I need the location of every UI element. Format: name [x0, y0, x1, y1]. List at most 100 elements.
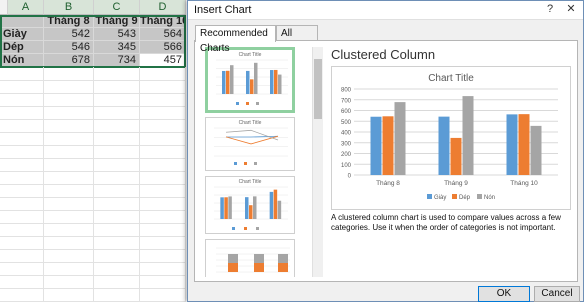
grid-line: [0, 288, 186, 289]
header-cell[interactable]: Tháng 10: [140, 15, 186, 28]
bar-segment: [278, 254, 288, 263]
y-tick-label: 300: [341, 141, 352, 147]
bar-dép: [382, 116, 394, 175]
row-label-cell[interactable]: Nón: [0, 54, 44, 67]
bar-segment: [228, 254, 238, 263]
bar: [253, 196, 257, 219]
legend-swatch: [246, 102, 249, 105]
bar-giày: [270, 70, 274, 94]
dialog-titlebar[interactable]: Insert Chart ? ✕: [188, 1, 583, 20]
bar-dép: [226, 70, 230, 94]
legend-label: Nón: [484, 195, 495, 201]
thumbnail-stacked-column[interactable]: [205, 239, 295, 277]
legend-swatch: [452, 194, 457, 199]
grid-line: [0, 132, 186, 133]
grid-line: [0, 223, 186, 224]
tab-all-charts[interactable]: All Charts: [276, 25, 318, 54]
grid-line: [0, 197, 186, 198]
bar-nón: [230, 65, 234, 94]
thumbnail-clustered-column-by-series[interactable]: Chart Title: [205, 176, 295, 234]
data-cell[interactable]: 543: [94, 28, 140, 41]
bar-giày: [506, 114, 518, 175]
legend-swatch: [236, 102, 239, 105]
thumbnail-chart: [214, 127, 288, 165]
bar-dép: [518, 114, 530, 175]
grid-line: [0, 184, 186, 185]
legend-swatch: [477, 194, 482, 199]
help-button[interactable]: ?: [541, 2, 559, 17]
bar: [220, 197, 224, 219]
close-icon[interactable]: ✕: [562, 2, 580, 17]
bar-giày: [222, 70, 226, 94]
grid-line: [0, 236, 186, 237]
legend-swatch: [232, 227, 235, 230]
data-cell[interactable]: 546: [44, 41, 94, 54]
bar-segment: [228, 263, 238, 272]
thumbnail-chart: [216, 247, 290, 273]
row-label-cell[interactable]: Dép: [0, 41, 44, 54]
y-tick-label: 700: [341, 98, 352, 104]
cancel-button[interactable]: Cancel: [534, 286, 580, 302]
header-cell[interactable]: Tháng 9: [94, 15, 140, 28]
bar-segment: [278, 263, 288, 272]
data-cell[interactable]: 564: [140, 28, 186, 41]
bar-nón: [530, 125, 542, 175]
legend-label: Dép: [459, 195, 471, 201]
bar-nón: [394, 102, 406, 175]
column-header-a[interactable]: A: [8, 0, 44, 15]
bar-nón: [462, 96, 474, 175]
bar-giày: [370, 116, 382, 175]
grid-line: [0, 93, 186, 94]
header-cell[interactable]: Tháng 8: [44, 15, 94, 28]
tab-recommended-charts[interactable]: Recommended Charts: [195, 25, 276, 54]
bar: [228, 196, 232, 219]
data-cell[interactable]: 566: [140, 41, 186, 54]
bar-segment: [254, 263, 264, 272]
bar-giày: [246, 70, 250, 94]
thumbnail-scrollbar[interactable]: [312, 47, 323, 277]
preview-chart-name: Clustered Column: [331, 47, 436, 62]
legend-swatch: [256, 102, 259, 105]
legend-swatch: [234, 162, 237, 165]
bar-segment: [254, 254, 264, 263]
ok-button[interactable]: OK: [478, 286, 530, 302]
grid-line: [0, 210, 186, 211]
y-tick-label: 0: [348, 174, 352, 180]
row-label-cell[interactable]: Giày: [0, 28, 44, 41]
thumbnail-line[interactable]: Chart Title: [205, 117, 295, 171]
bar: [245, 197, 249, 219]
active-cell[interactable]: 457: [140, 54, 186, 67]
column-header-d[interactable]: D: [140, 0, 186, 15]
legend-swatch: [256, 227, 259, 230]
bar: [269, 191, 274, 219]
bar: [249, 205, 253, 219]
chart-preview: Chart Title 0 100 200 300 400 500 600 700 800 Thán…: [331, 66, 571, 210]
x-tick-label: Tháng 8: [376, 180, 400, 187]
dialog-title: Insert Chart: [194, 4, 252, 16]
data-cell[interactable]: 734: [94, 54, 140, 67]
thumbnail-chart: [216, 59, 288, 105]
bar: [273, 189, 278, 219]
scrollbar-thumb[interactable]: [314, 59, 322, 119]
grid-line: [0, 158, 186, 159]
bar-dép: [250, 79, 254, 94]
bar-nón: [254, 62, 258, 94]
y-tick-label: 200: [341, 152, 352, 158]
grid-line: [0, 171, 186, 172]
clustered-column-chart: Chart Title 0 100 200 300 400 500 600 700 800 Thán…: [341, 73, 558, 201]
data-cell[interactable]: 678: [44, 54, 94, 67]
header-cell[interactable]: [0, 15, 44, 28]
chart-title: Chart Title: [428, 73, 474, 84]
column-header-b[interactable]: B: [44, 0, 94, 15]
legend-swatch: [427, 194, 432, 199]
data-cell[interactable]: 345: [94, 41, 140, 54]
bar-dép: [274, 69, 278, 94]
select-all-corner[interactable]: [0, 0, 8, 15]
data-cell[interactable]: 542: [44, 28, 94, 41]
column-header-c[interactable]: C: [94, 0, 140, 15]
thumbnail-clustered-column[interactable]: Chart Title: [205, 47, 295, 113]
legend-label: Giày: [434, 195, 446, 201]
grid-line: [0, 119, 186, 120]
y-tick-label: 500: [341, 120, 352, 126]
bar: [224, 197, 228, 219]
